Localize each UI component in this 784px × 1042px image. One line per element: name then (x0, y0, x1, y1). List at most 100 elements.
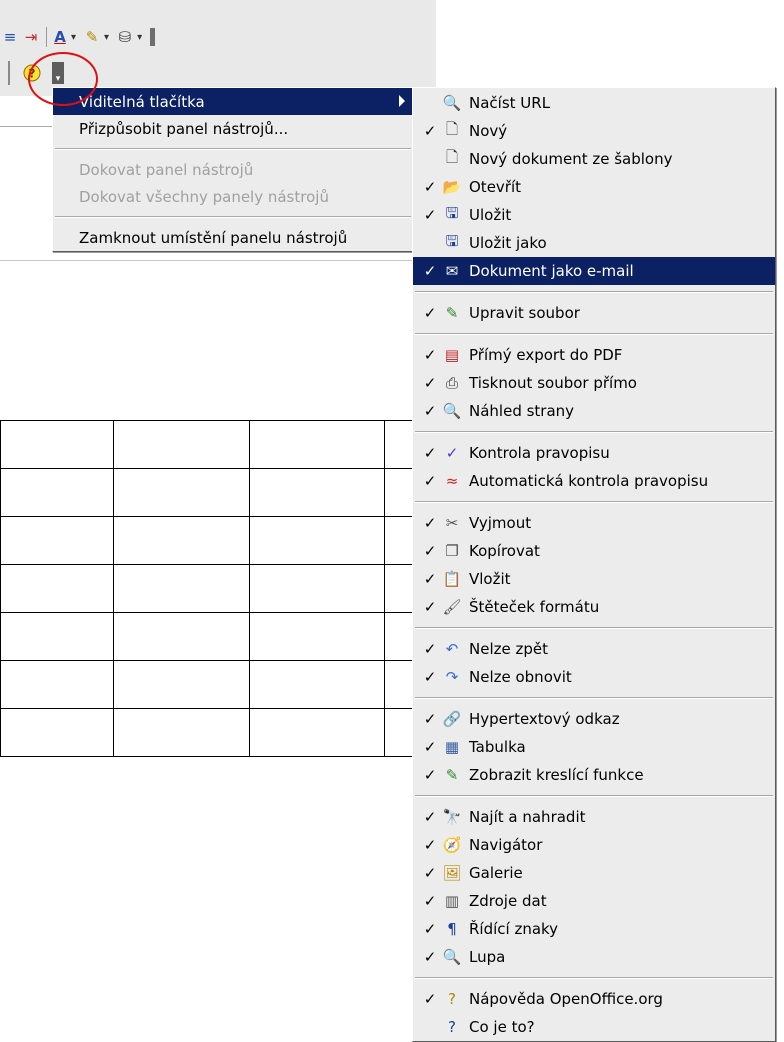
highlight-icon[interactable]: ✎ (82, 24, 102, 50)
menu-item-label: Náhled strany (469, 402, 575, 420)
submenu-item-print[interactable]: ✓ ⎙ Tisknout soubor přímo (413, 369, 775, 397)
submenu-item-format-paintbrush[interactable]: ✓ 🖌 Štěteček formátu (413, 593, 775, 621)
table-row (0, 612, 416, 661)
submenu-item-navigator[interactable]: ✓ 🧭 Navigátor (413, 831, 775, 859)
formatting-marks-icon: ¶ (447, 920, 457, 938)
indent-decrease-icon[interactable]: ≡ (0, 24, 20, 50)
pdf-icon: ▤ (444, 346, 460, 364)
menu-item-label: Galerie (469, 864, 523, 882)
menu-item-label: Kopírovat (469, 542, 540, 560)
edit-file-icon: ✎ (445, 304, 459, 322)
checkmark-icon: ✓ (423, 668, 437, 686)
menu-item-label: Tabulka (469, 738, 526, 756)
hyperlink-icon: 🔗 (442, 710, 462, 728)
submenu-item-new-document[interactable]: ✓ 🗋 Nový (413, 117, 775, 145)
spellcheck-icon: ✓ (445, 444, 459, 462)
menu-item-label: Upravit soubor (469, 304, 580, 322)
checkmark-icon: ✓ (423, 738, 437, 756)
table-icon: ▦ (444, 738, 460, 756)
submenu-item-cut[interactable]: ✓ ✂ Vyjmout (413, 509, 775, 537)
copy-icon: ❐ (445, 542, 459, 560)
menu-item-label: Automatická kontrola pravopisu (469, 472, 709, 490)
menu-item-label: Nový (469, 122, 508, 140)
submenu-item-page-preview[interactable]: ✓ 🔍 Náhled strany (413, 397, 775, 425)
menu-item-lock-toolbar-position[interactable]: Zamknout umístění panelu nástrojů (53, 224, 413, 251)
submenu-item-paste[interactable]: ✓ 📋 Vložit (413, 565, 775, 593)
menu-item-label: Nelze zpět (469, 640, 548, 658)
menu-item-label: Nápověda OpenOffice.org (469, 990, 663, 1008)
toolbar-more-handle[interactable] (150, 28, 156, 46)
toolbar-separator (46, 27, 47, 47)
submenu-item-zoom[interactable]: ✓ 🔍 Lupa (413, 943, 775, 971)
checkmark-icon: ✓ (423, 444, 437, 462)
checkmark-icon: ✓ (423, 304, 437, 322)
submenu-item-save-as[interactable]: 🖫 Uložit jako (413, 229, 775, 257)
checkmark-icon: ✓ (423, 990, 437, 1008)
submenu-item-help[interactable]: ✓? Nápověda OpenOffice.org (413, 985, 775, 1013)
toolbar-context-menu: Viditelná tlačítka Přizpůsobit panel nás… (52, 87, 414, 252)
submenu-item-edit-file[interactable]: ✓ ✎ Upravit soubor (413, 299, 775, 327)
menu-item-label: Řídící znaky (469, 920, 559, 938)
font-color-icon[interactable]: A (51, 24, 69, 50)
navigator-icon: 🧭 (442, 836, 462, 854)
submenu-item-gallery[interactable]: ✓ 🖼 Galerie (413, 859, 775, 887)
checkmark-icon: ✓ (423, 836, 437, 854)
submenu-item-undo[interactable]: ✓ ↶ Nelze zpět (413, 635, 775, 663)
submenu-item-spellcheck[interactable]: ✓ ✓ Kontrola pravopisu (413, 439, 775, 467)
menu-separator (415, 697, 773, 699)
save-icon: 🖫 (445, 203, 459, 222)
menu-item-dock-toolbar: Dokovat panel nástrojů (53, 156, 413, 183)
submenu-item-table[interactable]: ✓ ▦ Tabulka (413, 733, 775, 761)
menu-item-label: Štěteček formátu (469, 598, 600, 616)
submenu-arrow-icon (399, 95, 405, 107)
toolbar-row-formatting: ≡ ⇥ A ▾ ✎ ▾ ⛁ ▾ (0, 22, 156, 52)
checkmark-icon: ✓ (423, 892, 437, 910)
menu-item-label: Přizpůsobit panel nástrojů... (79, 119, 289, 138)
menu-separator (415, 977, 773, 979)
submenu-item-email[interactable]: ✓ ✉ Dokument jako e-mail (413, 257, 775, 285)
submenu-item-data-sources[interactable]: ✓ ▥ Zdroje dat (413, 887, 775, 915)
menu-item-label: Uložit jako (469, 234, 547, 252)
font-color-dropdown-icon[interactable]: ▾ (71, 32, 76, 43)
menu-item-label: Otevřít (469, 178, 522, 196)
submenu-item-load-url[interactable]: 🔍 Načíst URL (413, 89, 775, 117)
submenu-item-template[interactable]: 🗋 Nový dokument ze šablony (413, 145, 775, 173)
menu-item-visible-buttons[interactable]: Viditelná tlačítka (53, 88, 413, 115)
checkmark-icon: ✓ (423, 122, 437, 140)
submenu-item-save[interactable]: ✓ 🖫 Uložit (413, 201, 775, 229)
autospell-icon: ≈ (445, 472, 459, 490)
submenu-item-open-folder[interactable]: ✓ 📂 Otevřít (413, 173, 775, 201)
ruler (0, 108, 60, 127)
background-color-dropdown-icon[interactable]: ▾ (137, 32, 142, 43)
menu-separator (415, 627, 773, 629)
submenu-item-formatting-marks[interactable]: ✓ ¶ Řídící znaky (413, 915, 775, 943)
print-icon: ⎙ (445, 374, 458, 392)
checkmark-icon: ✓ (423, 206, 437, 224)
background-color-icon[interactable]: ⛁ (115, 24, 135, 50)
indent-increase-icon[interactable]: ⇥ (20, 24, 42, 50)
highlight-dropdown-icon[interactable]: ▾ (104, 32, 109, 43)
checkmark-icon: ✓ (423, 178, 437, 196)
menu-separator (415, 291, 773, 293)
checkmark-icon: ✓ (423, 346, 437, 364)
checkmark-icon: ✓ (423, 640, 437, 658)
redo-icon: ↷ (445, 668, 459, 686)
menu-item-label: Vložit (469, 570, 511, 588)
submenu-item-draw-functions[interactable]: ✓ ✎ Zobrazit kreslící funkce (413, 761, 775, 789)
menu-item-label: Viditelná tlačítka (79, 92, 205, 111)
submenu-item-autospell[interactable]: ✓ ≈ Automatická kontrola pravopisu (413, 467, 775, 495)
submenu-item-whats-this[interactable]: ? Co je to? (413, 1013, 775, 1041)
format-paintbrush-icon: 🖌 (442, 598, 462, 616)
submenu-item-copy[interactable]: ✓ ❐ Kopírovat (413, 537, 775, 565)
menu-item-dock-all-toolbars: Dokovat všechny panely nástrojů (53, 183, 413, 210)
menu-item-label: Uložit (469, 206, 512, 224)
checkmark-icon: ✓ (423, 374, 437, 392)
submenu-item-hyperlink[interactable]: ✓ 🔗 Hypertextový odkaz (413, 705, 775, 733)
submenu-item-find-replace[interactable]: ✓ 🔭 Najít a nahradit (413, 803, 775, 831)
menu-item-label: Najít a nahradit (469, 808, 586, 826)
submenu-item-pdf[interactable]: ✓ ▤ Přímý export do PDF (413, 341, 775, 369)
menu-item-customize-toolbar[interactable]: Přizpůsobit panel nástrojů... (53, 115, 413, 142)
table-row (0, 564, 416, 613)
submenu-item-redo[interactable]: ✓ ↷ Nelze obnovit (413, 663, 775, 691)
checkmark-icon: ✓ (423, 808, 437, 826)
